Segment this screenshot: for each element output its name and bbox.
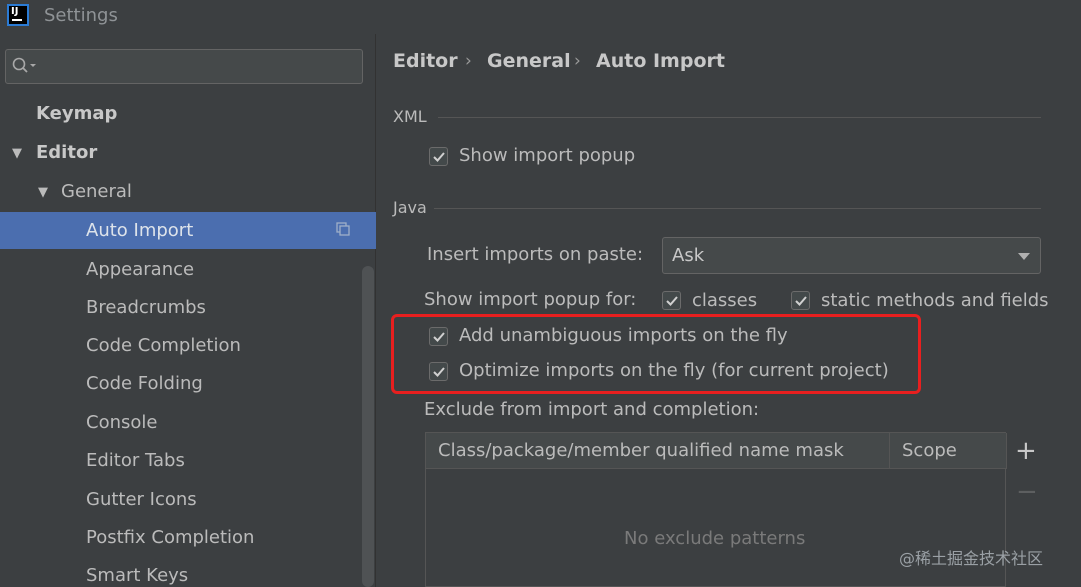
breadcrumb-general: General bbox=[487, 50, 571, 72]
highlight-annotation-box bbox=[391, 314, 921, 394]
checkmark-icon bbox=[433, 152, 445, 162]
checkmark-icon bbox=[666, 296, 678, 306]
title-bar: IJ Settings bbox=[0, 0, 1081, 34]
remove-button[interactable]: − bbox=[1016, 477, 1038, 507]
section-divider bbox=[438, 117, 1041, 118]
tree-item-label: Keymap bbox=[36, 103, 118, 124]
search-icon bbox=[12, 57, 36, 73]
tree-item-label: Auto Import bbox=[86, 220, 194, 241]
window-title: Settings bbox=[44, 5, 118, 26]
show-import-popup-checkbox[interactable] bbox=[429, 147, 448, 166]
xml-section-label: XML bbox=[393, 107, 427, 126]
app-icon-text: IJ bbox=[11, 6, 19, 17]
sidebar-scrollbar[interactable] bbox=[362, 266, 374, 587]
tree-item-code-completion[interactable]: Code Completion bbox=[0, 327, 376, 364]
breadcrumb-separator: › bbox=[574, 51, 581, 71]
insert-imports-on-paste-select[interactable]: Ask bbox=[662, 237, 1041, 274]
tree-item-label: Breadcrumbs bbox=[86, 297, 206, 318]
tree-item-label: Editor bbox=[36, 142, 98, 163]
tree-item-label: Gutter Icons bbox=[86, 489, 197, 510]
tree-item-smart-keys[interactable]: Smart Keys bbox=[0, 557, 376, 587]
tree-item-label: General bbox=[61, 181, 132, 202]
tree-item-auto-import[interactable]: Auto Import bbox=[0, 212, 376, 249]
settings-sidebar: Keymap ▼ Editor ▼ General Auto Import Ap… bbox=[0, 34, 376, 587]
tree-item-appearance[interactable]: Appearance bbox=[0, 251, 376, 288]
tree-item-console[interactable]: Console bbox=[0, 404, 376, 441]
column-header-scope[interactable]: Scope bbox=[890, 433, 1007, 469]
tree-item-breadcrumbs[interactable]: Breadcrumbs bbox=[0, 289, 376, 326]
tree-item-editor-tabs[interactable]: Editor Tabs bbox=[0, 442, 376, 479]
tree-item-keymap[interactable]: Keymap bbox=[0, 95, 376, 132]
column-header-mask[interactable]: Class/package/member qualified name mask bbox=[426, 433, 890, 469]
watermark-text: @稀土掘金技术社区 bbox=[899, 549, 1044, 568]
insert-imports-on-paste-label: Insert imports on paste: bbox=[427, 244, 644, 265]
exclude-label: Exclude from import and completion: bbox=[424, 399, 760, 420]
tree-item-label: Editor Tabs bbox=[86, 450, 185, 471]
tree-item-postfix-completion[interactable]: Postfix Completion bbox=[0, 519, 376, 556]
breadcrumb-separator: › bbox=[465, 51, 472, 71]
page-title: Auto Import bbox=[596, 50, 725, 72]
empty-table-text: No exclude patterns bbox=[624, 528, 806, 549]
static-methods-label[interactable]: static methods and fields bbox=[821, 290, 1049, 311]
classes-label[interactable]: classes bbox=[692, 290, 757, 311]
tree-item-code-folding[interactable]: Code Folding bbox=[0, 365, 376, 402]
breadcrumb-editor: Editor bbox=[393, 50, 458, 72]
project-settings-icon bbox=[336, 222, 350, 236]
expanded-triangle-icon[interactable]: ▼ bbox=[12, 135, 22, 172]
select-value: Ask bbox=[672, 245, 705, 266]
intellij-logo-icon: IJ bbox=[7, 4, 29, 26]
section-divider bbox=[434, 208, 1041, 209]
tree-item-label: Console bbox=[86, 412, 158, 433]
show-import-popup-for-label: Show import popup for: bbox=[424, 289, 637, 310]
expanded-triangle-icon[interactable]: ▼ bbox=[38, 174, 48, 211]
add-button[interactable]: + bbox=[1015, 436, 1037, 466]
static-methods-checkbox[interactable] bbox=[791, 291, 810, 310]
show-import-popup-label[interactable]: Show import popup bbox=[459, 145, 635, 166]
tree-item-label: Code Completion bbox=[86, 335, 241, 356]
tree-item-label: Smart Keys bbox=[86, 565, 189, 586]
tree-item-gutter-icons[interactable]: Gutter Icons bbox=[0, 481, 376, 518]
tree-item-editor[interactable]: ▼ Editor bbox=[0, 134, 376, 171]
tree-item-label: Code Folding bbox=[86, 373, 203, 394]
tree-item-label: Appearance bbox=[86, 259, 195, 280]
java-section-label: Java bbox=[393, 198, 427, 217]
checkmark-icon bbox=[795, 296, 807, 306]
chevron-down-icon bbox=[1018, 253, 1030, 260]
classes-checkbox[interactable] bbox=[662, 291, 681, 310]
search-input[interactable] bbox=[5, 49, 363, 84]
tree-item-label: Postfix Completion bbox=[86, 527, 255, 548]
settings-content: Editor › General › Auto Import XML Show … bbox=[376, 34, 1081, 587]
tree-item-general[interactable]: ▼ General bbox=[0, 173, 376, 210]
